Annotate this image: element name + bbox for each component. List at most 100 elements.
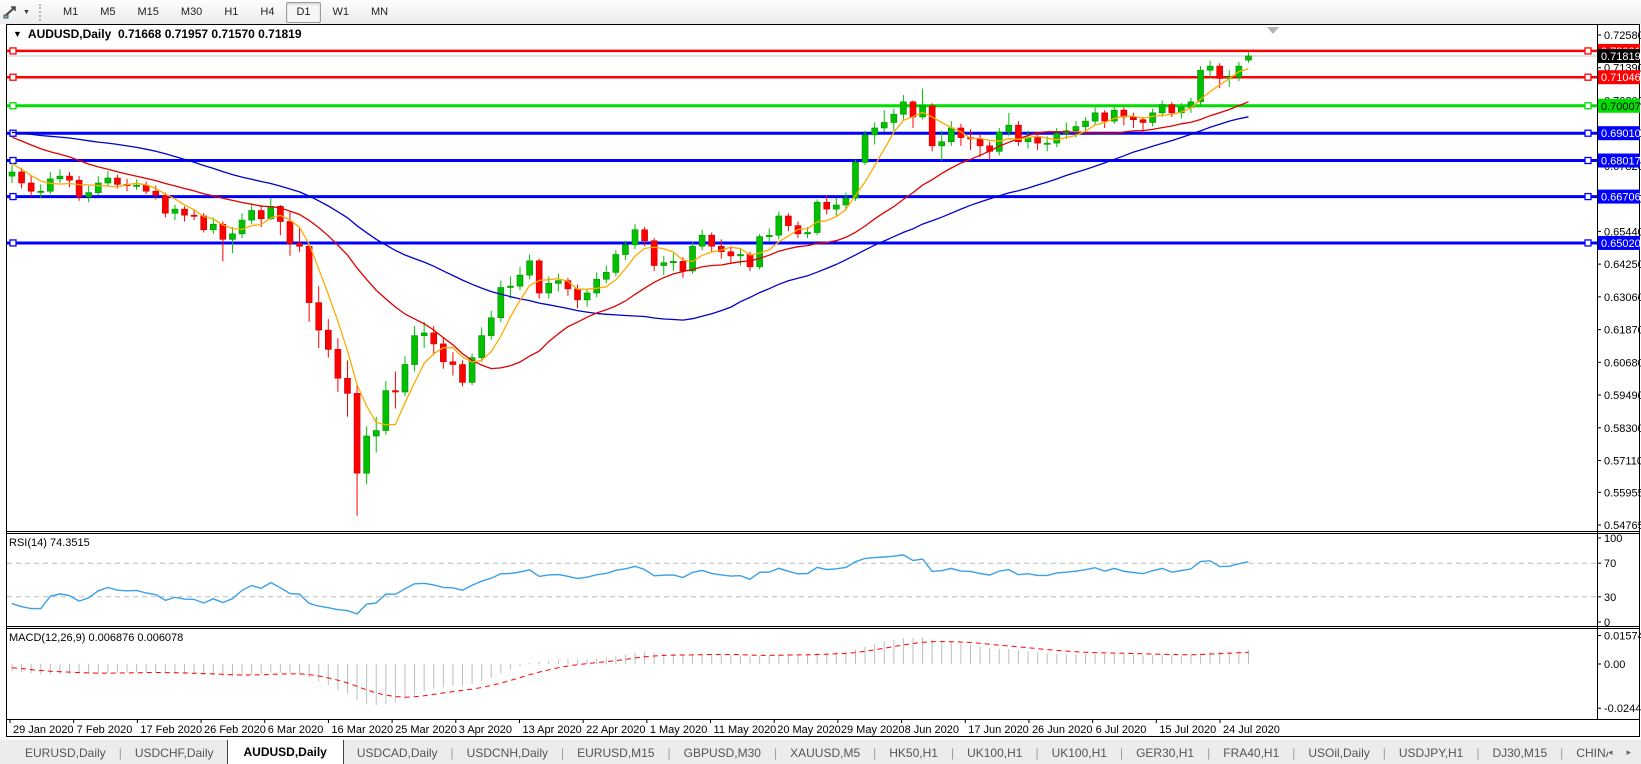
tab-scroll-left-icon[interactable]: ◂ — [1608, 747, 1613, 758]
date-tick-label: 8 Jun 2020 — [905, 724, 959, 736]
chart-tab-ger30-h1[interactable]: GER30,H1 — [1123, 742, 1207, 764]
timeframe-button-h4[interactable]: H4 — [250, 2, 284, 23]
chart-tabs: EURUSD,Daily|USDCHF,DailyAUDUSD,DailyUSD… — [0, 740, 1608, 764]
toolbar-icon-group[interactable]: ▼ — [0, 0, 35, 24]
date-tick-label: 6 Jul 2020 — [1096, 724, 1147, 736]
level-price-label: 0.66706 — [1601, 192, 1641, 204]
level-anchor — [10, 240, 16, 246]
candles — [9, 52, 1251, 516]
rsi-tick-label: 100 — [1604, 533, 1622, 545]
ohlc-close: 0.71819 — [258, 27, 301, 41]
date-tick-label: 16 Mar 2020 — [331, 724, 393, 736]
price-tick-label: 0.64250 — [1604, 259, 1641, 271]
macd-signal-line — [12, 642, 1249, 698]
timeframe-button-m1[interactable]: M1 — [53, 2, 88, 23]
date-tick-label: 24 Jul 2020 — [1223, 724, 1280, 736]
macd-tick-label: 0.015741 — [1604, 630, 1641, 642]
chart-tab-hk50-h1[interactable]: HK50,H1 — [876, 742, 951, 764]
price-tick-label: 0.54765 — [1604, 520, 1641, 532]
level-anchor — [1585, 74, 1591, 80]
macd-indicator-label: MACD(12,26,9) 0.006876 0.006078 — [9, 632, 183, 644]
chart-window[interactable]: 0.725800.713900.702000.690100.678200.666… — [0, 24, 1641, 737]
chart-title: ▼AUDUSD,Daily 0.71668 0.71957 0.71570 0.… — [13, 27, 302, 41]
rsi-indicator-label: RSI(14) 74.3515 — [9, 537, 90, 549]
date-tick-label: 26 Feb 2020 — [204, 724, 266, 736]
ohlc-low: 0.71570 — [211, 27, 254, 41]
trading-terminal: ▼ M1M5M15M30H1H4D1W1MN 0.725800.713900.7… — [0, 0, 1641, 764]
chart-tab-usdcad-daily[interactable]: USDCAD,Daily — [344, 742, 451, 764]
date-tick-label: 20 May 2020 — [777, 724, 841, 736]
chart-tab-usdjpy-h1[interactable]: USDJPY,H1 — [1386, 742, 1476, 764]
date-tick-label: 6 Mar 2020 — [268, 724, 324, 736]
date-tick-label: 22 Apr 2020 — [586, 724, 645, 736]
macd-tick-label: -0.024412 — [1604, 703, 1641, 715]
chart-tab-uk100-h1[interactable]: UK100,H1 — [1039, 742, 1120, 764]
price-tick-label: 0.63060 — [1604, 292, 1641, 304]
level-anchor — [10, 48, 16, 54]
rsi-line — [12, 555, 1249, 614]
date-tick-label: 29 Jan 2020 — [13, 724, 74, 736]
timeframe-button-h1[interactable]: H1 — [214, 2, 248, 23]
level-anchor — [1585, 194, 1591, 200]
rsi-tick-label: 70 — [1604, 558, 1616, 570]
price-tick-label: 0.72580 — [1604, 30, 1641, 42]
price-tick-label: 0.55955 — [1604, 487, 1641, 499]
level-anchor — [10, 194, 16, 200]
chart-window-border — [7, 25, 1640, 737]
chart-tab-usdchf-daily[interactable]: USDCHF,Daily — [122, 742, 227, 764]
timeframe-button-d1[interactable]: D1 — [286, 2, 320, 23]
timeframe-button-m30[interactable]: M30 — [171, 2, 212, 23]
date-tick-label: 7 Feb 2020 — [77, 724, 133, 736]
timeframe-button-mn[interactable]: MN — [361, 2, 398, 23]
tab-scroll-right-icon[interactable]: ▸ — [1626, 747, 1631, 758]
chart-canvas[interactable]: 0.725800.713900.702000.690100.678200.666… — [0, 24, 1641, 737]
price-tick-label: 0.59490 — [1604, 390, 1641, 402]
timeframe-button-m15[interactable]: M15 — [128, 2, 169, 23]
date-tick-label: 3 Apr 2020 — [459, 724, 512, 736]
current-price-label: 0.71819 — [1601, 51, 1641, 63]
rsi-tick-label: 30 — [1604, 592, 1616, 604]
chart-tab-usdcnh-daily[interactable]: USDCNH,Daily — [454, 742, 561, 764]
chart-tab-audusd-daily[interactable]: AUDUSD,Daily — [227, 740, 344, 764]
chart-tab-china300-h4[interactable]: CHINA300,H4 — [1563, 742, 1608, 764]
price-tick-label: 0.57110 — [1604, 456, 1641, 468]
chart-tab-uk100-h1[interactable]: UK100,H1 — [954, 742, 1035, 764]
level-price-label: 0.65020 — [1601, 238, 1641, 250]
timeframe-buttons: M1M5M15M30H1H4D1W1MN — [52, 2, 399, 23]
date-tick-label: 13 Apr 2020 — [522, 724, 581, 736]
date-tick-label: 1 May 2020 — [650, 724, 707, 736]
level-anchor — [1585, 48, 1591, 54]
chart-tab-xauusd-m5[interactable]: XAUUSD,M5 — [777, 742, 873, 764]
chart-tab-bar: EURUSD,Daily|USDCHF,DailyAUDUSD,DailyUSD… — [0, 739, 1641, 764]
date-tick-label: 17 Feb 2020 — [140, 724, 202, 736]
price-tick-label: 0.58300 — [1604, 423, 1641, 435]
chart-tab-dj30-m15[interactable]: DJ30,M15 — [1479, 742, 1560, 764]
level-price-label: 0.71046 — [1601, 72, 1641, 84]
macd-tick-label: 0.00 — [1604, 659, 1625, 671]
timeframe-button-m5[interactable]: M5 — [90, 2, 125, 23]
timeframe-button-w1[interactable]: W1 — [323, 2, 360, 23]
level-anchor — [1585, 240, 1591, 246]
level-anchor — [1585, 103, 1591, 109]
timeframe-toolbar: ▼ M1M5M15M30H1H4D1W1MN — [0, 0, 1641, 25]
chevron-down-icon[interactable]: ▼ — [20, 9, 35, 16]
symbol-period: AUDUSD,Daily — [28, 27, 111, 41]
chart-tab-gbpusd-m30[interactable]: GBPUSD,M30 — [671, 742, 774, 764]
chart-tab-fra40-h1[interactable]: FRA40,H1 — [1210, 742, 1292, 764]
toolbar-grip — [39, 4, 46, 21]
chart-pointer-icon[interactable] — [2, 4, 20, 20]
date-tick-label: 29 May 2020 — [841, 724, 905, 736]
ohlc-open: 0.71668 — [118, 27, 161, 41]
price-tick-label: 0.61870 — [1604, 325, 1641, 337]
date-tick-label: 11 May 2020 — [714, 724, 777, 736]
level-anchor — [1585, 130, 1591, 136]
level-anchor — [10, 158, 16, 164]
level-price-label: 0.68017 — [1601, 156, 1641, 168]
date-tick-label: 26 Jun 2020 — [1032, 724, 1093, 736]
chart-tab-eurusd-m15[interactable]: EURUSD,M15 — [564, 742, 667, 764]
date-tick-label: 15 Jul 2020 — [1159, 724, 1216, 736]
chart-tab-usoil-daily[interactable]: USOil,Daily — [1295, 742, 1382, 764]
chart-tab-eurusd-daily[interactable]: EURUSD,Daily — [12, 742, 119, 764]
chart-shift-marker-icon[interactable] — [1267, 27, 1279, 34]
moving-averages — [12, 69, 1249, 425]
